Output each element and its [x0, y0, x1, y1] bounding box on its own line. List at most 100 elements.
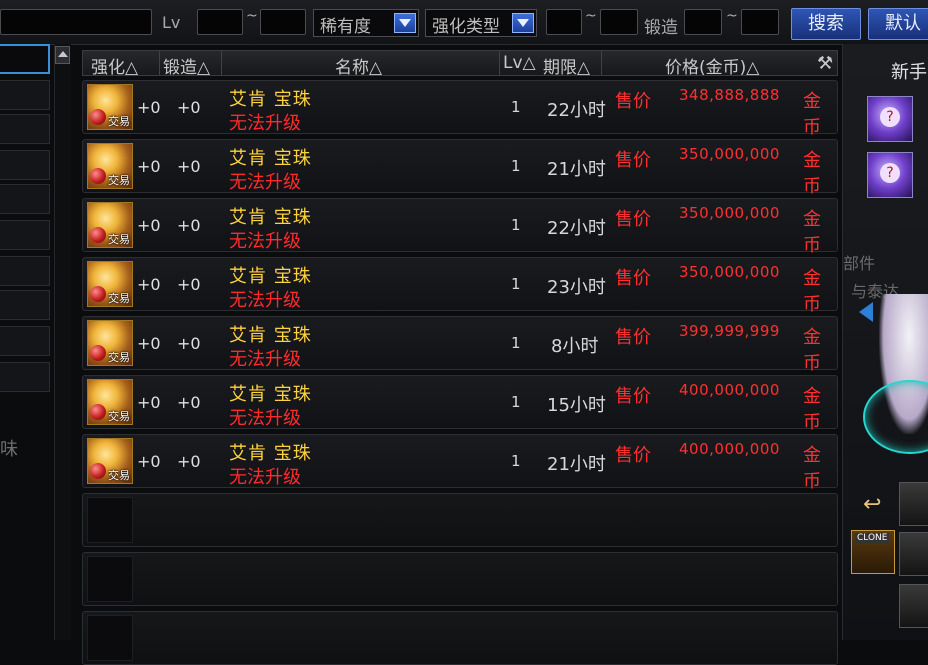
- category-scrollbar[interactable]: [54, 44, 71, 640]
- header-enhance[interactable]: 强化△: [91, 53, 138, 78]
- empty-table-row: [82, 552, 838, 606]
- empty-table-row: [82, 493, 838, 547]
- header-forge[interactable]: 锻造△: [163, 53, 210, 78]
- forge-value: +0: [177, 275, 201, 294]
- category-list: [0, 44, 52, 640]
- equipment-slot[interactable]: [899, 532, 928, 576]
- chevron-down-icon[interactable]: [394, 13, 416, 33]
- currency-label: 金币: [803, 150, 821, 197]
- table-row[interactable]: 交易 +0 +0 艾肯 宝珠 无法升级 1 23小时 售价 350,000,00…: [82, 257, 838, 315]
- skill-icon[interactable]: ?: [867, 152, 913, 198]
- avatar[interactable]: [899, 482, 928, 526]
- enhance-value: +0: [137, 334, 161, 353]
- tradeable-tag: 交易: [108, 115, 130, 128]
- forge-max-input[interactable]: [741, 9, 779, 35]
- clone-button[interactable]: CLONE: [851, 530, 895, 574]
- category-item[interactable]: [0, 220, 50, 250]
- enhance-value: +0: [137, 157, 161, 176]
- price-value: 399,999,999: [679, 322, 780, 340]
- category-item[interactable]: [0, 290, 50, 320]
- item-icon[interactable]: 交易: [87, 202, 133, 248]
- forge-range-tilde: ~: [726, 8, 738, 24]
- category-item[interactable]: [0, 326, 50, 356]
- forge-value: +0: [177, 334, 201, 353]
- category-item[interactable]: [0, 256, 50, 286]
- lv-min-input[interactable]: [197, 9, 243, 35]
- enhance-value: +0: [137, 98, 161, 117]
- hammer-icon: ⚒: [817, 53, 834, 74]
- left-arrow-icon[interactable]: [859, 302, 873, 322]
- orb-icon: [90, 168, 106, 184]
- lv-max-input[interactable]: [260, 9, 306, 35]
- forge-value: +0: [177, 216, 201, 235]
- header-name[interactable]: 名称△: [335, 53, 382, 78]
- table-row[interactable]: 交易 +0 +0 艾肯 宝珠 无法升级 1 15小时 售价 400,000,00…: [82, 375, 838, 433]
- enhance-type-dropdown[interactable]: 强化类型: [425, 9, 537, 37]
- item-level: 1: [511, 334, 521, 352]
- header-duration[interactable]: 期限△: [543, 53, 590, 78]
- item-icon[interactable]: 交易: [87, 143, 133, 189]
- side-panel: 新手 ? ? 部件 与泰达 ↩ CLONE: [842, 44, 928, 640]
- header-lv[interactable]: Lv△: [503, 53, 536, 73]
- item-icon[interactable]: 交易: [87, 438, 133, 484]
- duration-value: 8小时: [551, 336, 599, 357]
- item-icon[interactable]: 交易: [87, 84, 133, 130]
- empty-item-slot: [87, 556, 133, 602]
- category-item-selected[interactable]: [0, 44, 50, 74]
- item-icon[interactable]: 交易: [87, 261, 133, 307]
- chevron-down-icon[interactable]: [512, 13, 534, 33]
- forge-value: +0: [177, 98, 201, 117]
- item-level: 1: [511, 393, 521, 411]
- rarity-dropdown-label: 稀有度: [320, 17, 371, 37]
- price-label: 售价: [615, 268, 651, 289]
- price-label: 售价: [615, 445, 651, 466]
- enhance-value: +0: [137, 393, 161, 412]
- tradeable-tag: 交易: [108, 351, 130, 364]
- table-row[interactable]: 交易 +0 +0 艾肯 宝珠 无法升级 1 22小时 售价 350,000,00…: [82, 198, 838, 256]
- duration-value: 22小时: [547, 100, 606, 121]
- price-label: 售价: [615, 209, 651, 230]
- category-item[interactable]: [0, 184, 50, 214]
- table-row[interactable]: 交易 +0 +0 艾肯 宝珠 无法升级 1 21小时 售价 400,000,00…: [82, 434, 838, 492]
- table-row[interactable]: 交易 +0 +0 艾肯 宝珠 无法升级 1 22小时 售价 348,888,88…: [82, 80, 838, 138]
- item-name: 艾肯 宝珠: [229, 266, 312, 287]
- category-item[interactable]: [0, 114, 50, 144]
- upgrade-status: 无法升级: [229, 290, 301, 311]
- category-item[interactable]: [0, 150, 50, 180]
- magic-circle: [863, 380, 928, 454]
- price-value: 350,000,000: [679, 204, 780, 222]
- forge-min-input[interactable]: [684, 9, 722, 35]
- search-button[interactable]: 搜索: [791, 8, 861, 40]
- rarity-dropdown[interactable]: 稀有度: [313, 9, 419, 37]
- header-price[interactable]: 价格(金币)△: [665, 53, 759, 78]
- default-button[interactable]: 默认: [868, 8, 928, 40]
- forge-value: +0: [177, 452, 201, 471]
- currency-label: 金币: [803, 386, 821, 433]
- scroll-up-arrow-icon[interactable]: [55, 46, 70, 64]
- item-icon[interactable]: 交易: [87, 320, 133, 366]
- table-row[interactable]: 交易 +0 +0 艾肯 宝珠 无法升级 1 8小时 售价 399,999,999…: [82, 316, 838, 374]
- table-row[interactable]: 交易 +0 +0 艾肯 宝珠 无法升级 1 21小时 售价 350,000,00…: [82, 139, 838, 197]
- tradeable-tag: 交易: [108, 410, 130, 423]
- price-label: 售价: [615, 91, 651, 112]
- enhance-max-input[interactable]: [600, 9, 638, 35]
- duration-value: 21小时: [547, 159, 606, 180]
- header-divider: [221, 51, 222, 75]
- category-item[interactable]: [0, 80, 50, 110]
- category-item[interactable]: [0, 362, 50, 392]
- orb-icon: [90, 404, 106, 420]
- item-name-search-input[interactable]: [0, 9, 152, 35]
- price-value: 400,000,000: [679, 440, 780, 458]
- skill-icon[interactable]: ?: [867, 96, 913, 142]
- side-panel-title: 新手: [891, 62, 927, 83]
- upgrade-status: 无法升级: [229, 231, 301, 252]
- forge-value: +0: [177, 393, 201, 412]
- duration-value: 23小时: [547, 277, 606, 298]
- equipment-slot[interactable]: [899, 584, 928, 628]
- orb-icon: [90, 463, 106, 479]
- item-name: 艾肯 宝珠: [229, 325, 312, 346]
- item-icon[interactable]: 交易: [87, 379, 133, 425]
- swap-arrow-icon[interactable]: ↩: [863, 492, 881, 517]
- enhance-min-input[interactable]: [546, 9, 582, 35]
- enhance-value: +0: [137, 216, 161, 235]
